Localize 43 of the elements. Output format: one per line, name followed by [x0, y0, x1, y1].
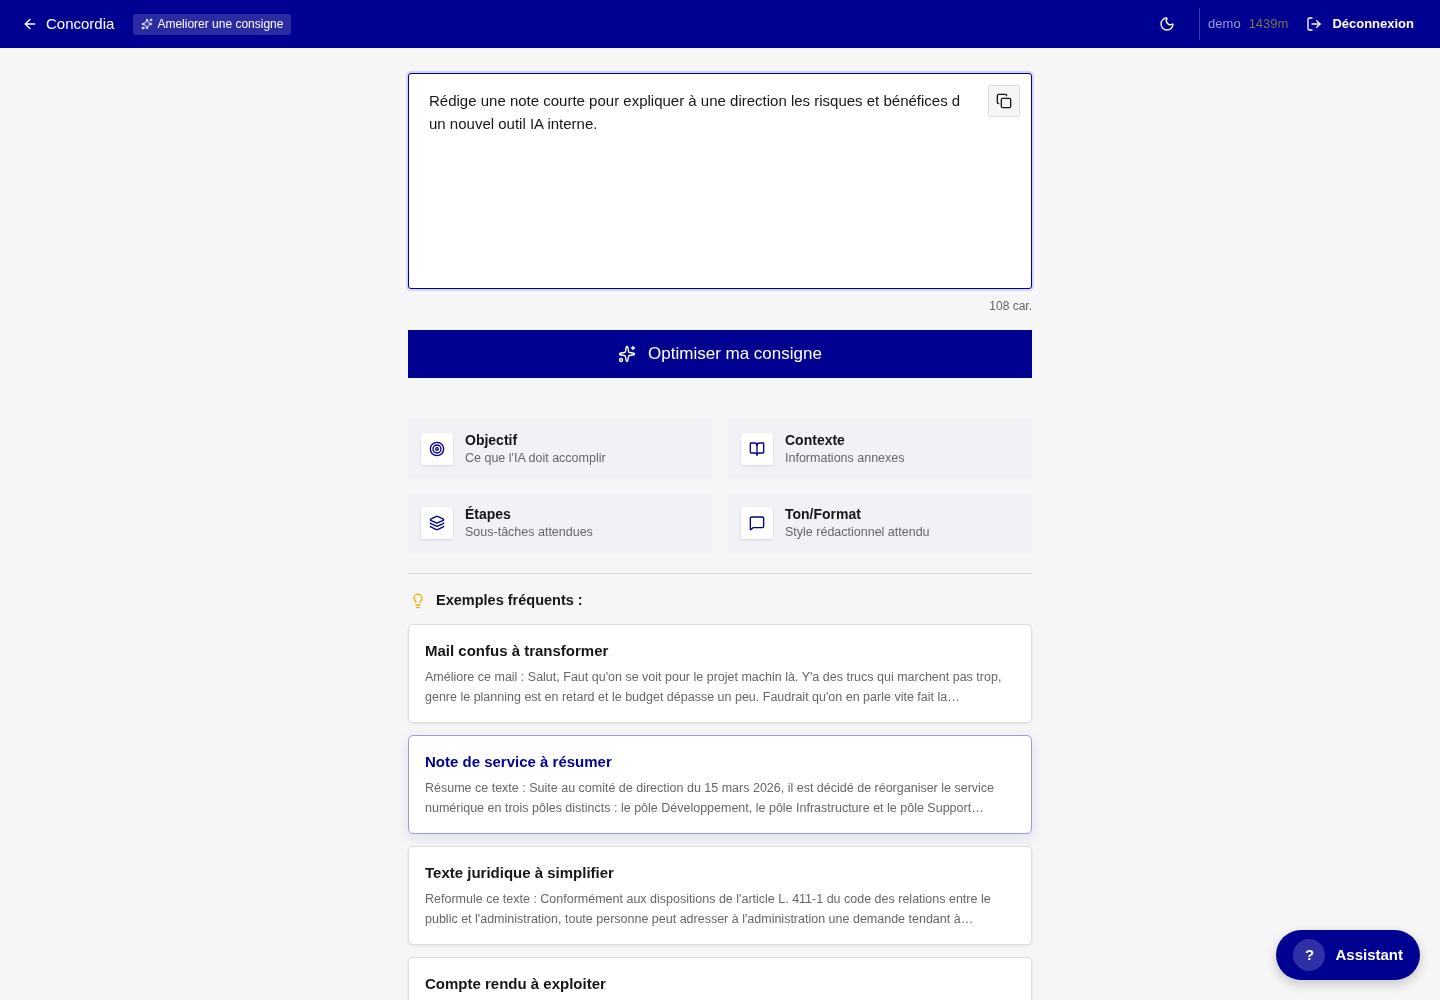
assistant-button[interactable]: ? Assistant — [1276, 930, 1420, 980]
example-title: Texte juridique à simplifier — [425, 862, 615, 883]
optimize-button[interactable]: Optimiser ma consigne — [408, 330, 1032, 378]
example-description: Améliore ce mail : Salut, Faut qu'on se voit pour le projet machin là. Y'a des trucs qui marchent pas trop, genre le planning est en retard et le budget dépasse un peu. Faudrait qu'on en parle vite fait la… — [425, 668, 1003, 706]
section-title: Étapes — [465, 505, 512, 523]
target-icon — [429, 441, 445, 457]
layers-icon — [429, 515, 445, 531]
sparkles-icon — [618, 345, 637, 363]
section-title: Objectif — [465, 431, 519, 449]
section-card[interactable]: Contexte Informations annexes — [728, 419, 1032, 479]
prompt-field[interactable]: Rédige une note courte pour expliquer à une direction les risques et bénéfices d un nouvel outil IA interne. — [408, 73, 1032, 289]
section-subtitle: Informations annexes — [785, 450, 905, 467]
sparkles-icon — [141, 18, 154, 30]
example-title: Note de service à résumer — [425, 751, 613, 772]
section-card[interactable]: Ton/Format Style rédactionnel attendu — [728, 493, 1032, 553]
example-card[interactable] — [408, 734, 1032, 834]
open-book-icon — [749, 441, 765, 457]
example-title: Compte rendu à exploiter — [425, 973, 607, 994]
example-title: Mail confus à transformer — [425, 640, 610, 661]
copy-icon — [996, 93, 1012, 109]
character-count: 108 car. — [989, 298, 1032, 315]
section-subtitle: Style rédactionnel attendu — [785, 524, 930, 541]
session-time: 1439m — [1248, 15, 1289, 34]
section-title: Contexte — [785, 431, 846, 449]
section-subtitle: Sous-tâches attendues — [465, 524, 593, 541]
logout-button[interactable]: Déconnexion — [1306, 14, 1414, 34]
section-card[interactable]: Étapes Sous-tâches attendues — [408, 493, 712, 553]
copy-button[interactable] — [988, 85, 1020, 117]
example-card[interactable]: Compte rendu à exploiter — [408, 956, 1032, 1000]
section-subtitle: Ce que l'IA doit accomplir — [465, 450, 606, 467]
page-badge-text: Ameliorer une consigne — [157, 16, 284, 33]
moon-icon — [1159, 16, 1176, 32]
logout-icon — [1306, 16, 1323, 32]
section-title: Ton/Format — [785, 505, 862, 523]
help-icon: ? — [1293, 939, 1326, 971]
section-card[interactable]: Objectif Ce que l'IA doit accomplir — [408, 419, 712, 479]
example-description: Résume ce texte : Suite au comité de direction du 15 mars 2026, il est décidé de réorganiser le service numérique en trois pôles distincts : le pôle Développement, le pôle Infrastructure et le pôle Support… — [425, 779, 996, 817]
username: demo — [1208, 15, 1241, 34]
example-description: Reformule ce texte : Conformément aux dispositions de l'article L. 411-1 du code des relations entre le public et l'administration, toute personne peut adresser à l'administration une demande tendant à… — [425, 890, 992, 928]
back-link[interactable]: Concordia — [22, 12, 115, 36]
speech-bubble-icon — [749, 515, 765, 531]
examples-heading: Exemples fréquents : — [436, 591, 583, 610]
lightbulb-icon — [410, 592, 426, 609]
